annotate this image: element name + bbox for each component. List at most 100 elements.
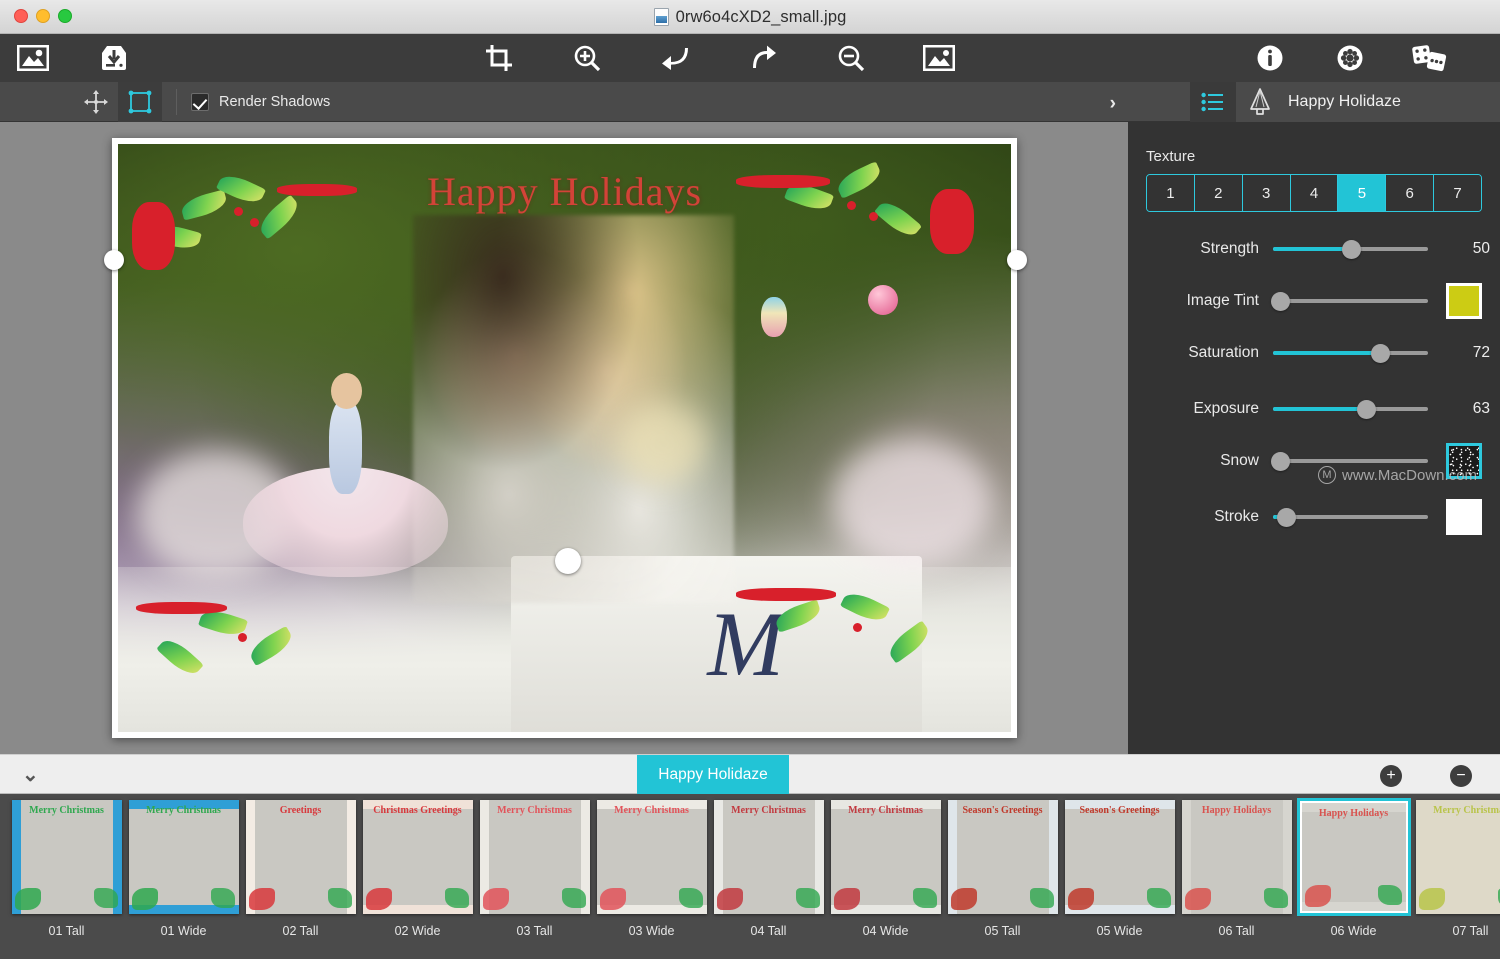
thumbnail-item[interactable]: Happy Holidays 06 Wide [1295,798,1412,938]
thumbnail-preview[interactable]: Season's Greetings [947,800,1058,914]
thumbnail-label: 04 Wide [862,924,909,938]
overlay-ornament-ball [868,285,899,316]
thumbnail-item[interactable]: Season's Greetings 05 Tall [944,800,1061,938]
texture-option-2[interactable]: 2 [1194,175,1243,211]
overlay-holly-bottom-left [135,579,404,720]
add-button[interactable]: + [1380,765,1402,787]
settings-icon[interactable] [1310,34,1390,82]
control-strength: Strength 50 [1128,226,1500,272]
thumbnail-preview[interactable]: Christmas Greetings [362,800,473,914]
thumbnail-preview[interactable]: Merry Christmas [596,800,707,914]
render-shadows-checkbox[interactable] [191,92,209,111]
thumbnail-item[interactable]: Season's Greetings 05 Wide [1061,800,1178,938]
strength-slider[interactable] [1273,239,1428,259]
texture-option-1[interactable]: 1 [1147,175,1195,211]
stroke-label: Stroke [1214,508,1259,525]
thumbnail-label: 02 Tall [282,924,319,938]
redo-icon[interactable] [719,34,807,82]
open-image-icon[interactable] [0,34,66,82]
resize-handle-top-left[interactable] [104,250,124,270]
control-stroke: Stroke [1128,494,1500,540]
chevron-down-icon[interactable]: ⌄ [22,762,39,787]
crop-icon[interactable] [455,34,543,82]
thumbnail-preview[interactable]: Greetings [245,800,356,914]
thumbnail-item[interactable]: Greetings 02 Tall [242,800,359,938]
active-category-tab[interactable]: Happy Holidaze [637,755,789,795]
texture-option-5[interactable]: 5 [1338,175,1387,211]
thumbnail-item[interactable]: Merry Christmas 01 Wide [125,800,242,938]
render-shadows-row[interactable]: Render Shadows [191,92,330,111]
thumbnail-decoration [327,888,352,908]
thumbnail-item[interactable]: Merry Christmas 03 Wide [593,800,710,938]
info-icon[interactable] [1230,34,1310,82]
thumbnail-title: Merry Christmas [614,805,689,816]
document-icon [653,8,669,26]
christmas-tree-icon[interactable] [1236,82,1284,122]
toolbar-left-group [0,34,162,82]
thumbnail-item[interactable]: Merry Christmas 03 Tall [476,800,593,938]
exposure-slider[interactable] [1273,399,1428,419]
thumbnail-preview[interactable]: Merry Christmas [1415,800,1500,914]
thumbnail-preview[interactable]: Happy Holidays [1296,798,1411,916]
thumbnail-decoration [1184,888,1211,910]
texture-option-6[interactable]: 6 [1386,175,1435,211]
thumbnail-label: 01 Wide [160,924,207,938]
saturation-value: 72 [1472,344,1490,361]
thumbnail-decoration [1263,888,1288,908]
stroke-swatch[interactable] [1446,499,1482,535]
image-canvas[interactable]: Happy Holidays M [0,122,1128,754]
options-bar-right: Happy Holidaze [1190,82,1500,122]
dice-icon[interactable] [1390,34,1470,82]
save-image-icon[interactable] [66,34,162,82]
thumbnail-item[interactable]: Happy Holidays 06 Tall [1178,800,1295,938]
thumbnail-title: Season's Greetings [962,805,1043,816]
thumbnail-preview[interactable]: Season's Greetings [1064,800,1175,914]
thumbnail-item[interactable]: Merry Christmas 07 Tall [1412,800,1500,938]
thumbnail-title: Merry Christmas [848,805,923,816]
thumbnail-item[interactable]: Merry Christmas 04 Tall [710,800,827,938]
thumbnail-label: 03 Wide [628,924,675,938]
macdown-watermark: M www.MacDown.com [1318,466,1477,484]
resize-handle-top-right[interactable] [1007,250,1027,270]
thumbnail-label: 02 Wide [394,924,441,938]
chevron-right-icon[interactable]: › [1110,93,1116,115]
thumbnail-preview[interactable]: Happy Holidays [1181,800,1292,914]
thumbnail-label: 05 Wide [1096,924,1143,938]
saturation-slider[interactable] [1273,343,1428,363]
thumbnail-title: Merry Christmas [1433,805,1500,816]
zoom-out-icon[interactable] [807,34,895,82]
options-bar: Render Shadows › Happy Holidaze [0,81,1500,122]
texture-segmented-control[interactable]: 1 2 3 4 5 6 7 [1146,174,1482,212]
move-tool-icon[interactable] [74,82,118,122]
select-tool-icon[interactable] [118,81,162,122]
image-tint-slider[interactable] [1271,291,1428,311]
stroke-slider[interactable] [1273,507,1428,527]
photo-frame[interactable]: Happy Holidays M [112,138,1017,738]
thumbnail-item[interactable]: Merry Christmas 01 Tall [8,800,125,938]
zoom-in-icon[interactable] [543,34,631,82]
main-toolbar [0,34,1500,82]
thumbnail-title: Merry Christmas [146,805,221,816]
thumbnail-label: 04 Tall [750,924,787,938]
fit-image-icon[interactable] [895,34,983,82]
texture-option-3[interactable]: 3 [1242,175,1291,211]
remove-button[interactable]: − [1450,765,1472,787]
thumbnail-preview[interactable]: Merry Christmas [830,800,941,914]
thumbnail-preview[interactable]: Merry Christmas [479,800,590,914]
move-handle-center[interactable] [555,548,581,574]
thumbnail-title: Merry Christmas [731,805,806,816]
texture-option-4[interactable]: 4 [1290,175,1339,211]
thumbnail-decoration [14,888,41,910]
thumbnail-title: Season's Greetings [1079,805,1160,816]
thumbnail-preview[interactable]: Merry Christmas [713,800,824,914]
undo-icon[interactable] [631,34,719,82]
thumbnail-preview[interactable]: Merry Christmas [11,800,122,914]
thumbnail-item[interactable]: Christmas Greetings 02 Wide [359,800,476,938]
thumbnail-preview[interactable]: Merry Christmas [128,800,239,914]
image-tint-swatch[interactable] [1446,283,1482,319]
template-strip[interactable]: Merry Christmas 01 Tall Merry Christmas 01 … [0,794,1500,959]
texture-option-7[interactable]: 7 [1434,175,1481,211]
overlay-holly-bottom-right [725,567,1002,714]
list-icon[interactable] [1190,82,1236,122]
thumbnail-item[interactable]: Merry Christmas 04 Wide [827,800,944,938]
